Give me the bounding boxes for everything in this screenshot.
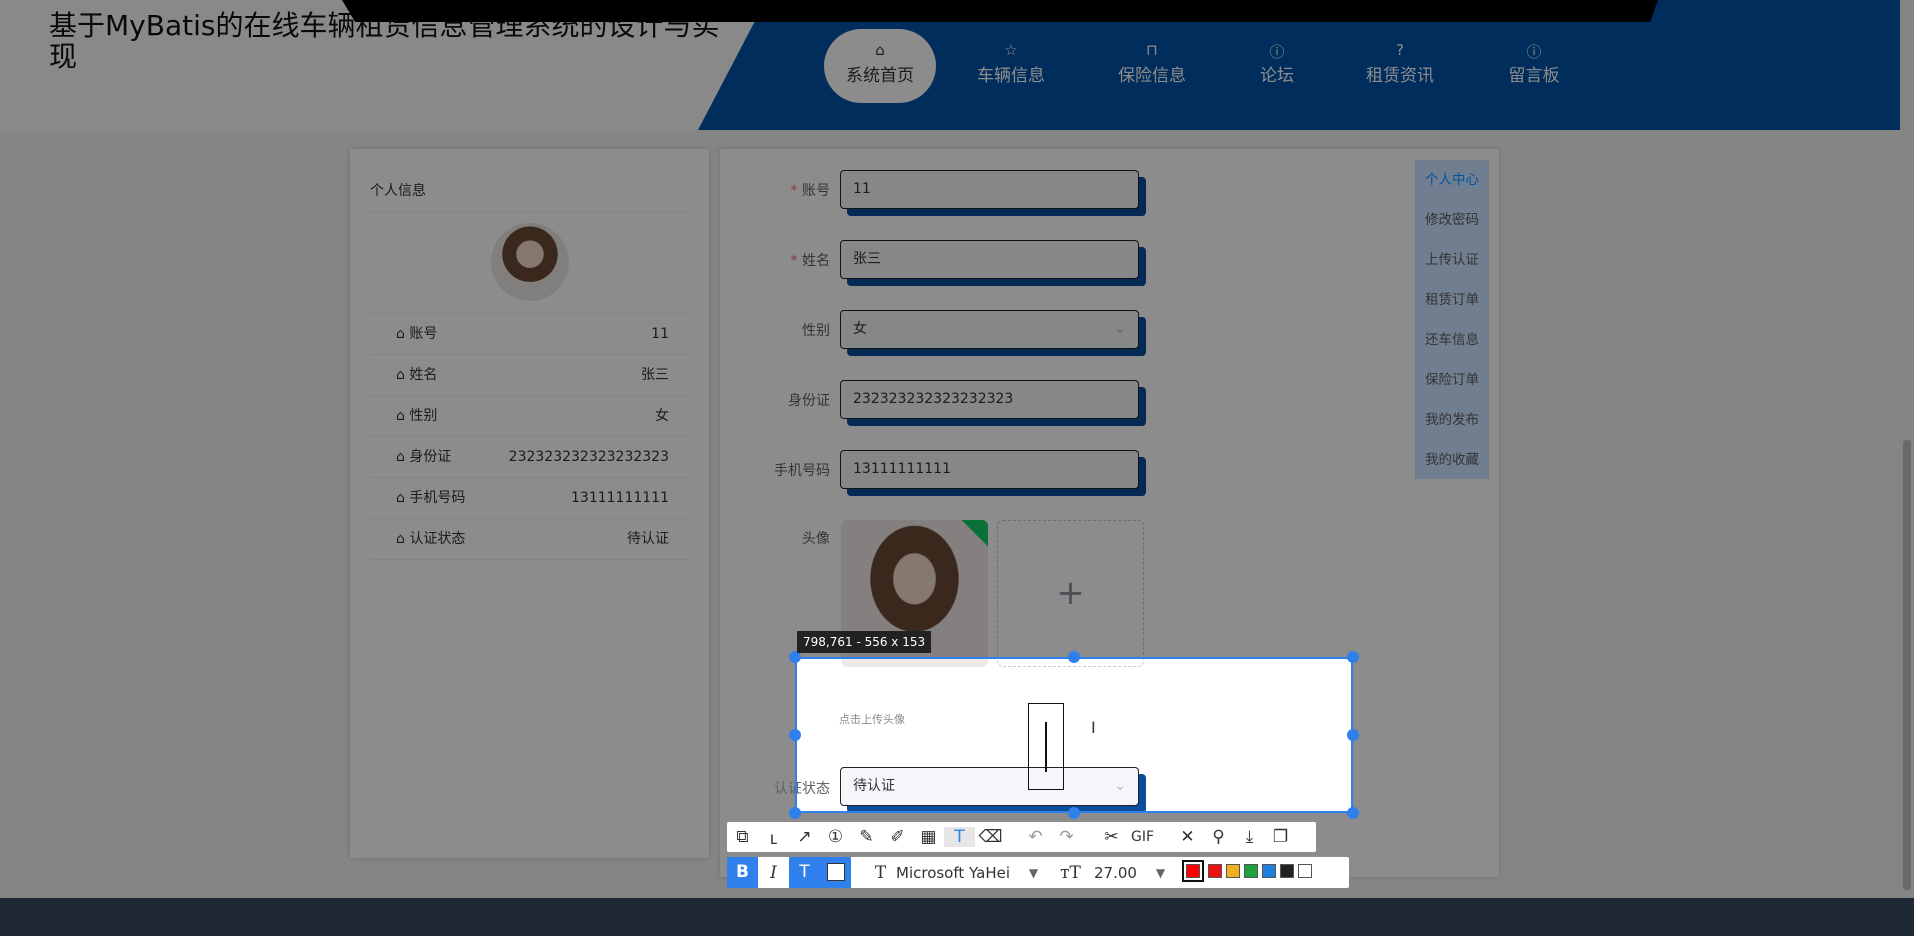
menu-item[interactable]: 保险订单 bbox=[1415, 360, 1489, 400]
color-swatch[interactable] bbox=[1181, 859, 1204, 882]
menu-item[interactable]: 修改密码 bbox=[1415, 200, 1489, 240]
capture-selection[interactable] bbox=[795, 657, 1353, 813]
number-marker-icon[interactable]: ① bbox=[820, 827, 851, 847]
shape-icon[interactable]: ⧉ bbox=[727, 827, 758, 847]
fill-toggle[interactable] bbox=[820, 857, 851, 888]
font-icon: T bbox=[874, 862, 887, 883]
pin-icon[interactable]: ⚲ bbox=[1203, 827, 1234, 847]
font-size-select[interactable]: 27.00 bbox=[1094, 864, 1137, 882]
menu-item[interactable]: 我的收藏 bbox=[1415, 440, 1489, 480]
color-swatch[interactable] bbox=[1297, 863, 1312, 878]
menu-item[interactable]: 还车信息 bbox=[1415, 320, 1489, 360]
text-cursor-icon: I bbox=[1091, 718, 1096, 737]
copy-icon[interactable]: ❐ bbox=[1265, 827, 1296, 847]
chevron-down-icon[interactable]: ▼ bbox=[1018, 866, 1049, 880]
color-swatch[interactable] bbox=[1207, 863, 1222, 878]
polyline-icon[interactable]: ⳑ bbox=[758, 826, 789, 849]
color-swatch[interactable] bbox=[1243, 863, 1258, 878]
resize-handle[interactable] bbox=[1347, 651, 1359, 663]
capture-dim bbox=[0, 0, 1914, 657]
text-tool-icon[interactable]: T bbox=[944, 827, 975, 847]
undo-icon[interactable]: ↶ bbox=[1020, 827, 1051, 847]
text-box[interactable] bbox=[1028, 703, 1064, 790]
close-icon[interactable]: ✕ bbox=[1172, 827, 1203, 847]
bold-button[interactable]: B bbox=[727, 857, 758, 888]
text-options-toolbar: BIT T Microsoft YaHei ▼ ᴛT 27.00 ▼ bbox=[727, 857, 1349, 888]
footer bbox=[0, 898, 1914, 936]
italic-button[interactable]: I bbox=[758, 863, 789, 883]
size-tag: 798,761 - 556 x 153 bbox=[797, 631, 932, 653]
color-palette bbox=[1181, 859, 1314, 883]
download-icon[interactable]: ⤓ bbox=[1234, 827, 1265, 847]
resize-handle[interactable] bbox=[1068, 651, 1080, 663]
pencil-icon[interactable]: ✎ bbox=[851, 827, 882, 847]
redo-icon[interactable]: ↷ bbox=[1051, 827, 1082, 847]
text-caret bbox=[1045, 722, 1047, 772]
user-menu-items: 个人中心 修改密码 上传认证 租赁订单 还车信息 保险订单 我的发布 我的收藏 bbox=[1415, 160, 1489, 479]
gif-button[interactable]: GIF bbox=[1127, 829, 1158, 845]
capture-dim bbox=[0, 657, 795, 936]
menu-item[interactable]: 租赁订单 bbox=[1415, 280, 1489, 320]
menu-item[interactable]: 上传认证 bbox=[1415, 240, 1489, 280]
font-size-icon: ᴛT bbox=[1060, 862, 1081, 883]
resize-handle[interactable] bbox=[1347, 807, 1359, 819]
scissors-icon[interactable]: ✂ bbox=[1096, 827, 1127, 847]
text-outline-icon[interactable]: T bbox=[789, 857, 820, 888]
color-swatch[interactable] bbox=[1225, 863, 1240, 878]
resize-handle[interactable] bbox=[1347, 729, 1359, 741]
resize-handle[interactable] bbox=[789, 807, 801, 819]
font-select[interactable]: Microsoft YaHei bbox=[896, 864, 1010, 882]
mosaic-icon[interactable]: ▦ bbox=[913, 827, 944, 847]
color-swatch[interactable] bbox=[1279, 863, 1294, 878]
color-swatch[interactable] bbox=[1261, 863, 1276, 878]
chevron-down-icon[interactable]: ▼ bbox=[1145, 866, 1176, 880]
eraser-icon[interactable]: ⌫ bbox=[975, 827, 1006, 847]
marker-icon[interactable]: ✐ bbox=[882, 827, 913, 847]
capture-toolbar: ⧉ ⳑ ↗ ① ✎ ✐ ▦ T ⌫ ↶ ↷ ✂ GIF ✕ ⚲ ⤓ ❐ bbox=[727, 822, 1316, 852]
menu-item[interactable]: 个人中心 bbox=[1415, 160, 1489, 200]
resize-handle[interactable] bbox=[789, 729, 801, 741]
arrow-icon[interactable]: ↗ bbox=[789, 827, 820, 847]
capture-dim bbox=[1353, 657, 1914, 936]
menu-item[interactable]: 我的发布 bbox=[1415, 400, 1489, 440]
resize-handle[interactable] bbox=[1068, 807, 1080, 819]
